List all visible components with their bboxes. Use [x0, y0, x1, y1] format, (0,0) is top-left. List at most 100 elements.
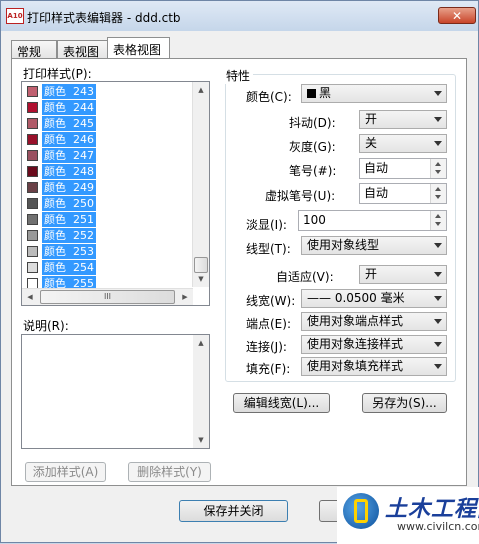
adaptive-value: 开 [365, 267, 378, 281]
save-as-button[interactable]: 另存为(S)... [362, 393, 447, 413]
print-style-editor-window: A10 打印样式表编辑器 - ddd.ctb ✕ 常规 表视图 表格视图 打印样… [0, 0, 479, 544]
fill-select[interactable]: 使用对象填充样式 [301, 357, 447, 376]
list-item[interactable]: 颜色 253 [24, 244, 194, 260]
chevron-down-icon [434, 141, 442, 146]
dither-value: 开 [365, 112, 378, 126]
list-item[interactable]: 颜色 244 [24, 100, 194, 116]
list-item[interactable]: 颜色 248 [24, 164, 194, 180]
screening-spinner[interactable]: 100 [298, 210, 447, 231]
list-item[interactable]: 颜色 247 [24, 148, 194, 164]
list-item[interactable]: 颜色 250 [24, 196, 194, 212]
watermark: 土木工程网 www.civilcn.com [337, 487, 479, 544]
color-swatch-icon [27, 150, 38, 161]
lineweight-value: —— 0.0500 毫米 [307, 291, 405, 305]
list-item[interactable]: 颜色 245 [24, 116, 194, 132]
adaptive-select[interactable]: 开 [359, 265, 447, 284]
pen-number-value: 自动 [364, 161, 389, 175]
chevron-down-icon [434, 243, 442, 248]
black-swatch-icon [307, 89, 316, 98]
list-item[interactable]: 颜色 251 [24, 212, 194, 228]
list-item[interactable]: 颜色 246 [24, 132, 194, 148]
spin-down-icon[interactable] [435, 195, 441, 199]
spin-down-icon[interactable] [435, 170, 441, 174]
horizontal-scroll-thumb[interactable]: III [40, 290, 175, 304]
desc-scroll-down-icon[interactable]: ▼ [193, 432, 209, 448]
tab-table-view[interactable]: 表视图 [57, 40, 108, 59]
color-value: 黑 [319, 86, 332, 100]
window-title: 打印样式表编辑器 - ddd.ctb [27, 11, 181, 25]
list-item[interactable]: 颜色 243 [24, 84, 194, 100]
screening-value: 100 [303, 213, 326, 227]
description-textarea[interactable]: ▲ ▼ [21, 334, 210, 449]
color-swatch-icon [27, 262, 38, 273]
join-select[interactable]: 使用对象连接样式 [301, 335, 447, 354]
civilcn-logo-icon [343, 493, 379, 529]
style-name: 颜色 252 [42, 228, 96, 243]
grayscale-select[interactable]: 关 [359, 134, 447, 153]
scroll-right-arrow-icon[interactable]: ▶ [177, 289, 193, 305]
chevron-down-icon [434, 364, 442, 369]
print-styles-list[interactable]: 颜色 243 颜色 244 颜色 245 颜色 246 颜色 247 颜色 248 颜色 2… [21, 81, 210, 306]
adaptive-label: 自适应(V): [276, 270, 334, 284]
spin-up-icon[interactable] [435, 214, 441, 218]
virtual-pen-label: 虚拟笔号(U): [265, 189, 336, 203]
vpen-spin-buttons[interactable] [430, 184, 446, 203]
style-name: 颜色 247 [42, 148, 96, 163]
list-vertical-scrollbar[interactable]: ▲ ▼ [192, 82, 209, 287]
virtual-pen-spinner[interactable]: 自动 [359, 183, 447, 204]
color-swatch-icon [27, 230, 38, 241]
style-name: 颜色 243 [42, 84, 96, 99]
endcap-select[interactable]: 使用对象端点样式 [301, 312, 447, 331]
linetype-value: 使用对象线型 [307, 238, 380, 252]
scroll-down-arrow-icon[interactable]: ▼ [193, 271, 209, 287]
linetype-label: 线型(T): [246, 242, 291, 256]
chevron-down-icon [434, 272, 442, 277]
list-item[interactable]: 颜色 252 [24, 228, 194, 244]
pen-spin-buttons[interactable] [430, 159, 446, 178]
close-button[interactable]: ✕ [438, 7, 476, 24]
color-label: 颜色(C): [246, 90, 292, 104]
lineweight-select[interactable]: —— 0.0500 毫米 [301, 289, 447, 308]
list-horizontal-scrollbar[interactable]: ◀ III ▶ [22, 288, 193, 305]
desc-scroll-up-icon[interactable]: ▲ [193, 335, 209, 351]
screening-spin-buttons[interactable] [430, 211, 446, 230]
tab-form-view[interactable]: 表格视图 [107, 37, 170, 59]
join-value: 使用对象连接样式 [307, 337, 404, 351]
endcap-value: 使用对象端点样式 [307, 314, 404, 328]
style-name: 颜色 249 [42, 180, 96, 195]
spin-up-icon[interactable] [435, 187, 441, 191]
add-style-button[interactable]: 添加样式(A) [25, 462, 106, 482]
watermark-url: www.civilcn.com [397, 520, 479, 533]
grayscale-label: 灰度(G): [289, 140, 336, 154]
style-name: 颜色 254 [42, 260, 96, 275]
list-item[interactable]: 颜色 249 [24, 180, 194, 196]
watermark-title: 土木工程网 [385, 497, 479, 522]
style-name: 颜色 246 [42, 132, 96, 147]
linetype-select[interactable]: 使用对象线型 [301, 236, 447, 255]
description-scrollbar[interactable]: ▲ ▼ [193, 335, 209, 448]
title-bar[interactable]: A10 打印样式表编辑器 - ddd.ctb ✕ [1, 1, 478, 31]
grayscale-value: 关 [365, 136, 378, 150]
color-swatch-icon [27, 86, 38, 97]
spin-up-icon[interactable] [435, 162, 441, 166]
style-name: 颜色 244 [42, 100, 96, 115]
properties-group-title: 特性 [223, 67, 254, 84]
print-styles-label: 打印样式(P): [23, 67, 92, 81]
delete-style-button[interactable]: 删除样式(Y) [128, 462, 211, 482]
tab-general[interactable]: 常规 [11, 40, 57, 59]
dither-select[interactable]: 开 [359, 110, 447, 129]
edit-lineweights-button[interactable]: 编辑线宽(L)... [233, 393, 330, 413]
lineweight-label: 线宽(W): [246, 294, 296, 308]
color-select[interactable]: 黑 [301, 84, 447, 103]
color-swatch-icon [27, 118, 38, 129]
fill-label: 填充(F): [246, 362, 291, 376]
scroll-left-arrow-icon[interactable]: ◀ [22, 289, 38, 305]
scroll-up-arrow-icon[interactable]: ▲ [193, 82, 209, 98]
list-item[interactable]: 颜色 254 [24, 260, 194, 276]
join-label: 连接(J): [246, 340, 287, 354]
pen-number-spinner[interactable]: 自动 [359, 158, 447, 179]
spin-down-icon[interactable] [435, 222, 441, 226]
autocad-app-icon: A10 [6, 8, 24, 24]
save-and-close-button[interactable]: 保存并关闭 [179, 500, 288, 522]
color-swatch-icon [27, 246, 38, 257]
